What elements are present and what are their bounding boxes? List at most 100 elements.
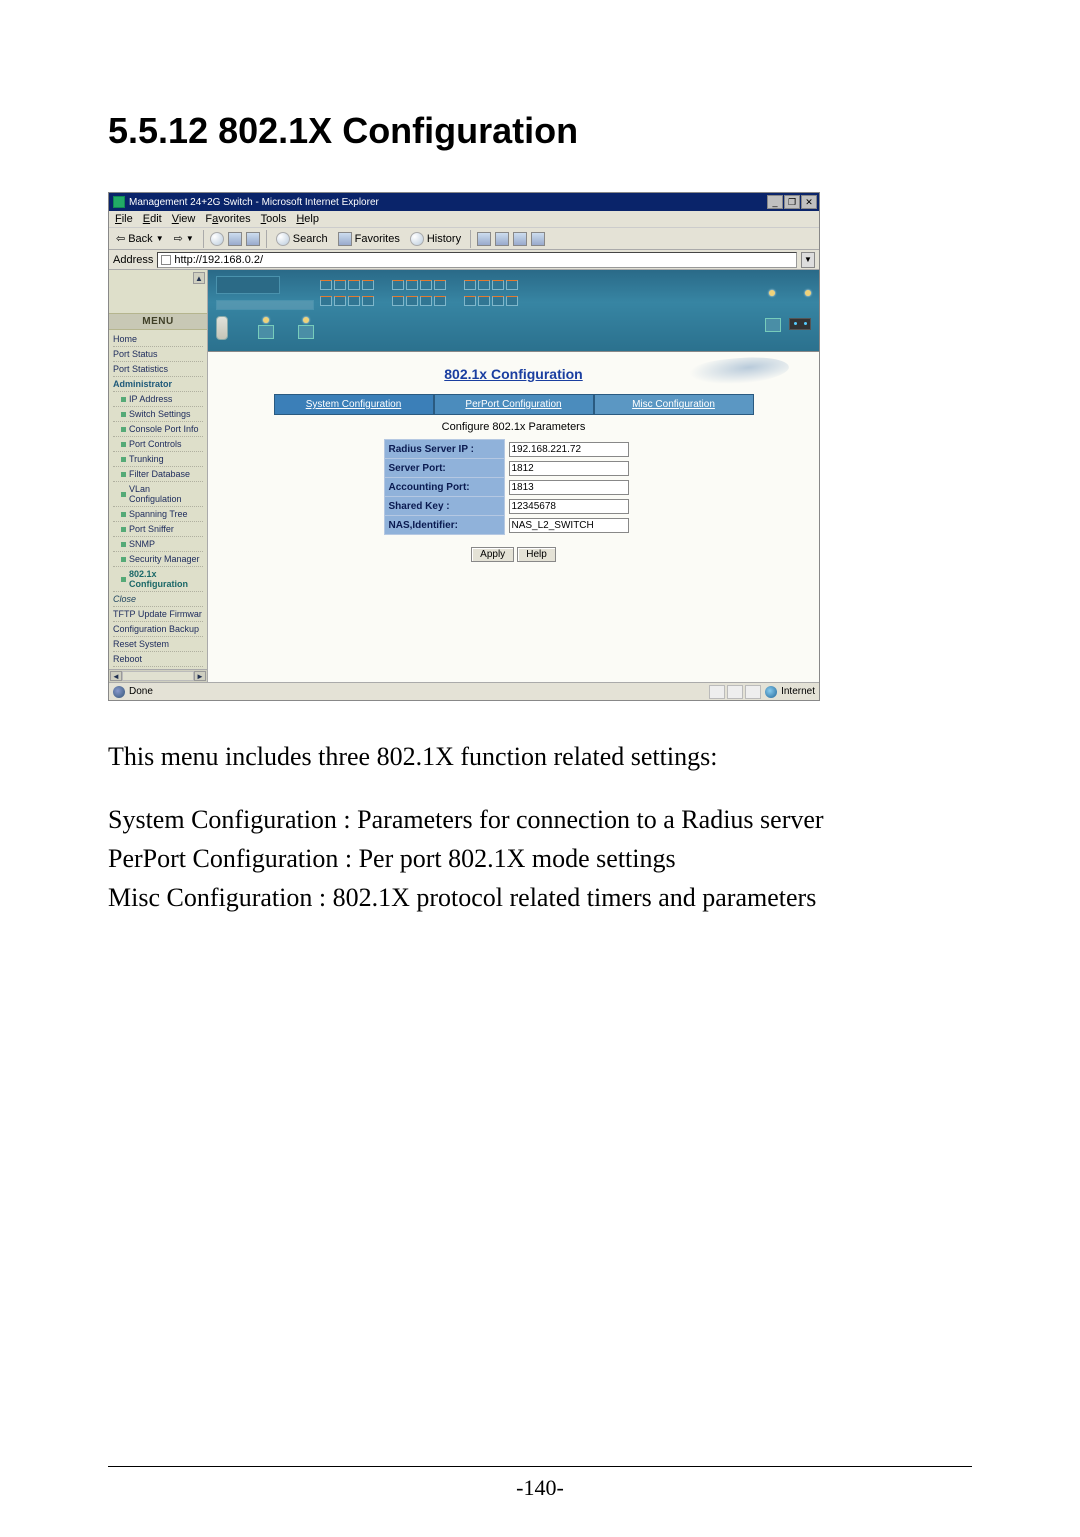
sidebar-item-vlan-configuration[interactable]: VLan Configulation <box>113 482 203 507</box>
toolbar-favorites-button[interactable]: Favorites <box>335 232 403 246</box>
sidebar-item-console-port-info[interactable]: Console Port Info <box>113 422 203 437</box>
toolbar: ⇦ Back ▼ ⇨ ▼ Search Favorites <box>109 228 819 250</box>
toolbar-separator <box>266 230 267 248</box>
menu-file[interactable]: File <box>115 213 133 225</box>
sidebar-item-8021x-configuration[interactable]: 802.1x Configuration <box>113 567 203 592</box>
sidebar-item-administrator[interactable]: Administrator <box>113 377 203 392</box>
browser-window: Management 24+2G Switch - Microsoft Inte… <box>108 192 820 701</box>
label-shared-key: Shared Key : <box>384 497 504 516</box>
bullet-icon <box>121 457 126 462</box>
sidebar-item-label: Spanning Tree <box>129 509 188 519</box>
menu-favorites[interactable]: Favorites <box>205 213 250 225</box>
sidebar-item-tftp-update-firmware[interactable]: TFTP Update Firmwar <box>113 607 203 622</box>
discuss-icon[interactable] <box>531 232 545 246</box>
internet-zone-label: Internet <box>781 686 815 697</box>
sidebar-item-label: Switch Settings <box>129 409 191 419</box>
sidebar-item-port-sniffer[interactable]: Port Sniffer <box>113 522 203 537</box>
tab-system-configuration[interactable]: System Configuration <box>274 394 434 415</box>
sidebar: ▲ MENU Home Port Status Port Statistics … <box>109 270 208 682</box>
bullet-icon <box>121 397 126 402</box>
sidebar-scroll-up[interactable]: ▲ <box>193 272 205 284</box>
sidebar-item-label: Console Port Info <box>129 424 199 434</box>
scroll-right-button[interactable]: ► <box>194 671 206 681</box>
toolbar-search-button[interactable]: Search <box>273 232 331 246</box>
toolbar-separator <box>203 230 204 248</box>
status-cell <box>727 685 743 699</box>
status-led-icon <box>263 317 269 323</box>
sidebar-item-label: VLan Configulation <box>129 484 203 504</box>
sidebar-item-port-status[interactable]: Port Status <box>113 347 203 362</box>
config-tab-row: System Configuration PerPort Configurati… <box>274 394 754 415</box>
window-title: Management 24+2G Switch - Microsoft Inte… <box>129 197 379 208</box>
sidebar-item-filter-database[interactable]: Filter Database <box>113 467 203 482</box>
sidebar-item-spanning-tree[interactable]: Spanning Tree <box>113 507 203 522</box>
window-restore-button[interactable]: ❐ <box>784 195 800 209</box>
sidebar-item-port-statistics[interactable]: Port Statistics <box>113 362 203 377</box>
sidebar-item-security-manager[interactable]: Security Manager <box>113 552 203 567</box>
sidebar-close-link[interactable]: Close <box>113 592 203 607</box>
input-shared-key[interactable] <box>509 499 629 514</box>
search-icon <box>276 232 290 246</box>
sidebar-item-label: Port Controls <box>129 439 182 449</box>
intro-paragraph: This menu includes three 802.1X function… <box>108 737 972 776</box>
address-dropdown-button[interactable]: ▼ <box>801 252 815 268</box>
input-accounting-port[interactable] <box>509 480 629 495</box>
back-arrow-icon: ⇦ <box>116 232 125 245</box>
input-radius-server-ip[interactable] <box>509 442 629 457</box>
menu-tools[interactable]: Tools <box>261 213 287 225</box>
sidebar-item-home[interactable]: Home <box>113 332 203 347</box>
scroll-left-button[interactable]: ◄ <box>110 671 122 681</box>
refresh-icon[interactable] <box>228 232 242 246</box>
sidebar-item-label: SNMP <box>129 539 155 549</box>
sidebar-item-label: Port Status <box>113 349 158 359</box>
sidebar-horizontal-scrollbar[interactable]: ◄ ► <box>109 669 207 682</box>
sidebar-item-switch-settings[interactable]: Switch Settings <box>113 407 203 422</box>
sidebar-item-configuration-backup[interactable]: Configuration Backup <box>113 622 203 637</box>
window-minimize-button[interactable]: _ <box>767 195 783 209</box>
menu-view[interactable]: View <box>172 213 196 225</box>
sidebar-item-label: Port Sniffer <box>129 524 174 534</box>
bullet-icon <box>121 577 126 582</box>
internet-zone-icon <box>765 686 777 698</box>
tab-misc-configuration[interactable]: Misc Configuration <box>594 394 754 415</box>
bullet-icon <box>121 412 126 417</box>
status-text: Done <box>129 686 153 697</box>
address-input[interactable]: http://192.168.0.2/ <box>157 252 797 268</box>
help-button[interactable]: Help <box>517 547 556 562</box>
toolbar-history-label: History <box>427 233 461 245</box>
sidebar-item-label: Reboot <box>113 654 142 664</box>
decorative-swoosh-icon <box>688 353 790 389</box>
tab-perport-configuration[interactable]: PerPort Configuration <box>434 394 594 415</box>
toolbar-separator <box>470 230 471 248</box>
sidebar-item-snmp[interactable]: SNMP <box>113 537 203 552</box>
menu-edit[interactable]: Edit <box>143 213 162 225</box>
bullet-icon <box>121 542 126 547</box>
window-close-button[interactable]: ✕ <box>801 195 817 209</box>
content-frame: 802.1x Configuration System Configuratio… <box>208 270 819 682</box>
input-nas-identifier[interactable] <box>509 518 629 533</box>
switch-port-row <box>320 280 759 290</box>
gbic-slot-icon <box>765 318 781 332</box>
menu-help[interactable]: Help <box>296 213 319 225</box>
print-icon[interactable] <box>495 232 509 246</box>
toolbar-back-button[interactable]: ⇦ Back ▼ <box>113 232 167 245</box>
ie-status-icon <box>113 686 125 698</box>
sidebar-item-label: Reset System <box>113 639 169 649</box>
sidebar-item-reset-system[interactable]: Reset System <box>113 637 203 652</box>
stop-icon[interactable] <box>210 232 224 246</box>
toolbar-forward-button[interactable]: ⇨ ▼ <box>171 232 197 245</box>
home-icon[interactable] <box>246 232 260 246</box>
scroll-track[interactable] <box>122 671 194 681</box>
sidebar-item-port-controls[interactable]: Port Controls <box>113 437 203 452</box>
sidebar-item-label: Trunking <box>129 454 164 464</box>
sidebar-item-reboot[interactable]: Reboot <box>113 652 203 667</box>
bullet-icon <box>121 472 126 477</box>
status-led-icon <box>303 317 309 323</box>
input-server-port[interactable] <box>509 461 629 476</box>
mail-icon[interactable] <box>477 232 491 246</box>
sidebar-item-ip-address[interactable]: IP Address <box>113 392 203 407</box>
sidebar-item-trunking[interactable]: Trunking <box>113 452 203 467</box>
apply-button[interactable]: Apply <box>471 547 514 562</box>
toolbar-history-button[interactable]: History <box>407 232 464 246</box>
edit-icon[interactable] <box>513 232 527 246</box>
